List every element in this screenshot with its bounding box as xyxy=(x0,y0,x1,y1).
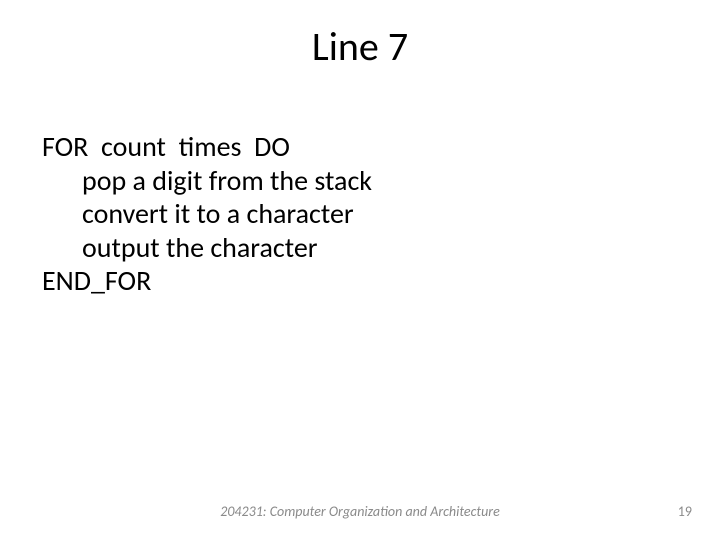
pseudocode-line-convert: convert it to a character xyxy=(42,197,678,231)
pseudocode-line-output: output the character xyxy=(42,231,678,265)
slide-body: FOR count times DO pop a digit from the … xyxy=(42,130,678,298)
footer-course-title: 204231: Computer Organization and Archit… xyxy=(0,503,720,520)
slide: Line 7 FOR count times DO pop a digit fr… xyxy=(0,0,720,540)
pseudocode-line-endfor: END_FOR xyxy=(42,264,678,298)
slide-title: Line 7 xyxy=(0,22,720,71)
page-number: 19 xyxy=(678,503,692,520)
pseudocode-line-for: FOR count times DO xyxy=(42,130,678,164)
pseudocode-line-pop: pop a digit from the stack xyxy=(42,164,678,198)
